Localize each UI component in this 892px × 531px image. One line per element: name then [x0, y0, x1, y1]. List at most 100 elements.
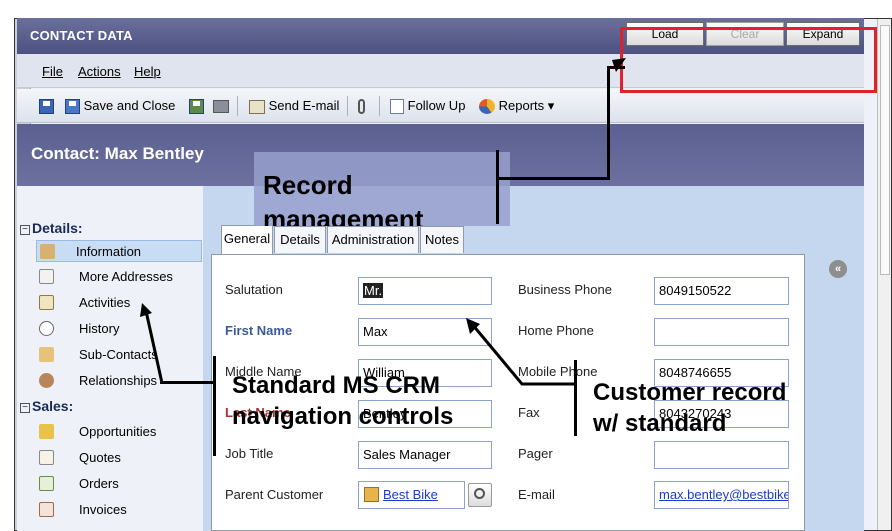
email-field[interactable]: max.bentley@bestbike. [654, 481, 789, 509]
nav-item-sub-contacts[interactable]: Sub-Contacts [38, 344, 198, 366]
right-panel: « [823, 254, 853, 531]
salutation-label: Salutation [225, 282, 283, 297]
nav-item-history[interactable]: History [38, 318, 198, 340]
follow-up-label: Follow Up [407, 98, 466, 113]
job-title-field[interactable]: Sales Manager [358, 441, 492, 469]
invoices-icon [39, 502, 54, 517]
contact-title: Contact: Max Bentley [31, 144, 204, 163]
quotes-icon [39, 450, 54, 465]
vertical-scrollbar[interactable] [877, 19, 891, 530]
annotation-arrow-nav [140, 303, 164, 384]
save-and-close-label: Save and Close [83, 98, 176, 113]
sub-contacts-icon [39, 347, 54, 362]
print-icon [213, 100, 229, 114]
nav-item-invoices[interactable]: Invoices [38, 499, 198, 521]
record-management-label: Record management [263, 170, 424, 226]
salutation-field[interactable]: Mr. [358, 277, 492, 305]
save-button[interactable] [39, 98, 54, 115]
annotation-line [213, 356, 216, 456]
save-icon [39, 99, 54, 115]
nav-item-quotes[interactable]: Quotes [38, 447, 198, 469]
annotation-line [498, 177, 610, 180]
tab-general[interactable]: General [221, 225, 273, 254]
nav-item-label: Opportunities [79, 424, 157, 439]
nav-controls-annotation-line1: Standard MS CRM [232, 372, 441, 399]
save-close-icon [65, 99, 80, 115]
opportunities-icon [39, 424, 54, 439]
nav-item-label: History [79, 321, 120, 336]
information-icon [40, 244, 55, 259]
send-email-button[interactable]: Send E-mail [249, 98, 339, 114]
annotation-line [574, 360, 577, 436]
annotation-arrowhead [612, 58, 626, 72]
print-button[interactable] [213, 98, 229, 114]
job-title-label: Job Title [225, 446, 274, 461]
reports-button[interactable]: Reports ▾ [479, 98, 555, 115]
relationships-icon [39, 373, 54, 388]
pager-field[interactable] [654, 441, 789, 469]
home-phone-field[interactable] [654, 318, 789, 346]
business-phone-field[interactable]: 8049150522 [654, 277, 789, 305]
save-new-button[interactable] [189, 98, 204, 115]
lookup-icon[interactable] [468, 483, 492, 507]
nav-item-label: Orders [79, 476, 119, 491]
collapse-icon[interactable]: − [20, 403, 30, 413]
record-management-callout: Record management [254, 152, 510, 226]
nav-item-opportunities[interactable]: Opportunities [38, 421, 198, 443]
nav-item-label: Activities [79, 295, 131, 310]
orders-icon [39, 476, 54, 491]
menu-help[interactable]: Help [134, 64, 161, 79]
reports-icon [479, 99, 495, 115]
reports-label: Reports ▾ [498, 98, 555, 113]
nav-item-information[interactable]: Information [36, 240, 202, 262]
pager-label: Pager [518, 446, 553, 461]
scrollbar-thumb[interactable] [880, 25, 890, 275]
details-section-header[interactable]: − Details: [20, 220, 83, 236]
follow-up-button[interactable]: Follow Up [390, 98, 466, 115]
nav-item-label: Quotes [79, 450, 121, 465]
tab-notes[interactable]: Notes [420, 226, 464, 253]
nav-item-label: More Addresses [79, 269, 173, 284]
annotation-line [160, 381, 216, 384]
send-email-icon [249, 99, 265, 114]
sales-section-header[interactable]: − Sales: [20, 398, 73, 414]
magnifier-icon [474, 488, 485, 499]
customer-record-annotation-clip: w/ standard [593, 408, 793, 434]
parent-customer-field[interactable]: Best Bike [358, 481, 465, 509]
paperclip-icon [358, 99, 365, 115]
fax-label: Fax [518, 405, 540, 420]
toolbar-separator [347, 96, 348, 116]
history-icon [39, 321, 54, 336]
collapse-panel-icon[interactable]: « [829, 260, 847, 278]
first-name-label: First Name [225, 323, 293, 338]
button-highlight-box [620, 27, 877, 93]
account-icon [364, 487, 379, 502]
annotation-line [607, 66, 610, 180]
collapse-icon[interactable]: − [20, 225, 30, 235]
attach-button[interactable] [358, 98, 365, 115]
send-email-label: Send E-mail [268, 98, 340, 113]
customer-record-annotation-line2: w/ standard [593, 410, 727, 434]
parent-customer-link[interactable]: Best Bike [383, 487, 438, 502]
nav-controls-annotation-line2: navigation controls [232, 403, 454, 430]
addresses-icon [39, 269, 54, 284]
left-navigation: − Details: Information More Addresses Act… [17, 186, 203, 531]
save-new-icon [189, 99, 204, 115]
tab-details[interactable]: Details [274, 226, 326, 253]
annotation-arrow-customer [466, 318, 574, 386]
follow-up-icon [390, 99, 404, 115]
menu-file[interactable]: File [42, 64, 63, 79]
details-header-label: Details: [32, 220, 83, 236]
sales-header-label: Sales: [32, 398, 74, 414]
nav-item-more-addresses[interactable]: More Addresses [38, 266, 198, 288]
menu-actions[interactable]: Actions [78, 64, 121, 79]
activities-icon [39, 295, 54, 310]
nav-item-orders[interactable]: Orders [38, 473, 198, 495]
salutation-value: Mr. [363, 283, 384, 298]
save-and-close-button[interactable]: Save and Close [65, 98, 176, 115]
toolbar: Save and Close Send E-mail Follow Up Rep… [17, 89, 864, 123]
nav-item-activities[interactable]: Activities [38, 292, 198, 314]
tab-administration[interactable]: Administration [327, 226, 419, 253]
nav-item-label: Information [76, 244, 142, 259]
toolbar-separator [379, 96, 380, 116]
